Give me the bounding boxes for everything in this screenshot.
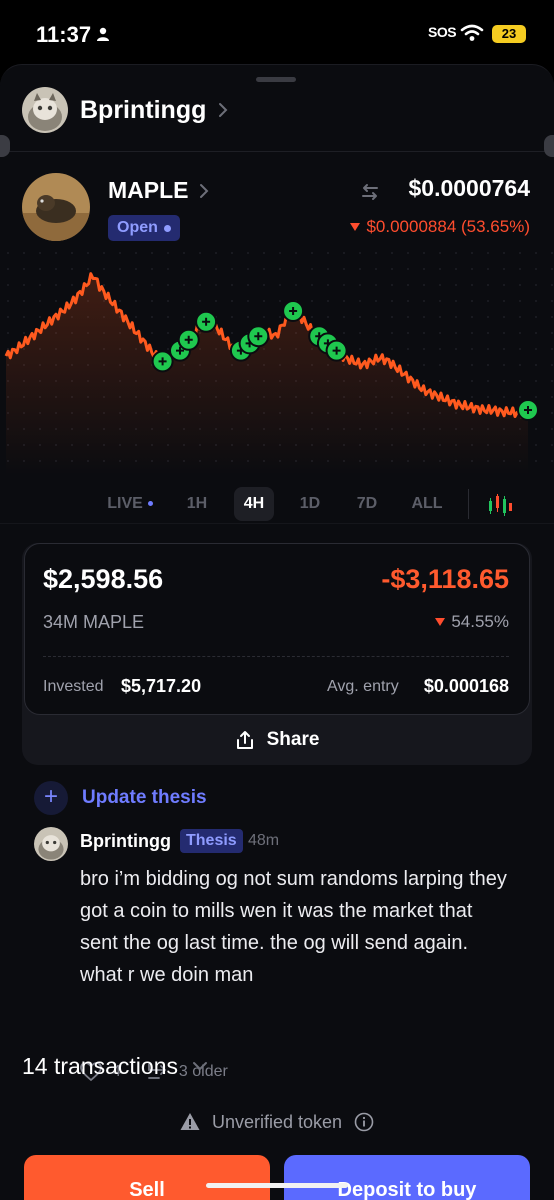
sell-button[interactable]: Sell [24, 1155, 270, 1200]
position-value: $2,598.56 [43, 564, 164, 594]
tf-4h[interactable]: 4H [234, 487, 274, 521]
tf-1h[interactable]: 1H [182, 487, 212, 521]
divider [43, 656, 509, 657]
update-thesis-button[interactable]: + Update thesis [34, 781, 207, 815]
token-sheet: Bprintingg MAPLE Open $0.0000764 $0.0000… [0, 64, 554, 1200]
status-dot-icon [163, 224, 171, 232]
chevron-down-icon [192, 1062, 207, 1071]
background-card-edge [544, 135, 554, 157]
transactions-label: 14 transactions [22, 1052, 178, 1079]
plus-icon: + [34, 781, 68, 815]
divider [0, 523, 554, 524]
status-badge: Open [108, 215, 180, 241]
unverified-token-notice: Unverified token [0, 1109, 554, 1135]
battery-indicator: 23 [492, 25, 526, 43]
price-change-value: $0.0000884 (53.65%) [366, 217, 530, 236]
chevron-right-icon[interactable] [199, 183, 209, 199]
thesis-badge: Thesis [180, 829, 243, 853]
update-thesis-label: Update thesis [82, 787, 207, 808]
sheet-grab-handle[interactable] [256, 77, 296, 82]
position-card: $2,598.56 34M MAPLE -$3,118.65 54.55% In… [22, 543, 532, 765]
comment-avatar[interactable] [34, 827, 68, 861]
live-dot-icon [147, 501, 153, 507]
avg-entry-value: $0.000168 [423, 676, 509, 696]
tf-all[interactable]: ALL [408, 487, 446, 521]
wifi-icon [460, 24, 484, 41]
share-icon [236, 731, 253, 749]
down-triangle-icon [435, 618, 446, 626]
status-time: 11:37 [36, 22, 92, 47]
token-symbol[interactable]: MAPLE [108, 177, 189, 204]
chart-area-fill [6, 273, 528, 475]
warning-icon [180, 1113, 200, 1130]
comment-body: bro i’m bidding og not sum randoms larpi… [80, 868, 507, 986]
person-icon [97, 27, 109, 41]
chevron-right-icon [219, 103, 228, 117]
home-indicator [206, 1183, 348, 1188]
buy-marker[interactable] [517, 399, 539, 421]
pnl-percent-value: 54.55% [451, 612, 509, 631]
tf-7d[interactable]: 7D [352, 487, 382, 521]
buy-marker[interactable] [247, 325, 270, 348]
background-card-edge [0, 135, 10, 157]
buy-marker[interactable] [151, 350, 174, 373]
token-price: $0.0000764 [408, 175, 530, 201]
status-badge-label: Open [117, 219, 158, 236]
invested-value: $5,717.20 [121, 676, 202, 696]
invested-label: Invested [43, 678, 104, 695]
price-change: $0.0000884 (53.65%) [350, 217, 530, 237]
buy-marker[interactable] [325, 339, 348, 362]
timeframe-selector: LIVE 1H 4H 1D 7D ALL [0, 487, 554, 521]
tf-1d[interactable]: 1D [296, 487, 324, 521]
transactions-toggle[interactable]: 14 transactions [22, 1051, 208, 1081]
token-header: MAPLE Open $0.0000764 $0.0000884 (53.65%… [22, 173, 534, 243]
avg-entry-label: Avg. entry [327, 678, 399, 695]
info-icon[interactable] [354, 1112, 374, 1132]
buy-marker[interactable] [177, 328, 200, 351]
status-bar: 11:37 SOS 23 [0, 0, 554, 64]
divider [468, 489, 469, 519]
tf-live[interactable]: LIVE [104, 487, 156, 521]
buy-marker[interactable] [282, 300, 305, 322]
position-pnl-percent: 54.55% [435, 612, 509, 632]
token-avatar [22, 173, 90, 241]
user-avatar [22, 87, 68, 133]
price-chart[interactable] [0, 255, 554, 475]
divider [0, 151, 554, 152]
comment-author[interactable]: Bprintingg [80, 831, 171, 852]
position-pnl: -$3,118.65 [381, 564, 509, 594]
share-label: Share [266, 729, 320, 750]
position-summary: $2,598.56 34M MAPLE -$3,118.65 54.55% In… [24, 543, 530, 715]
user-profile-link[interactable]: Bprintingg [22, 85, 228, 135]
position-holding: 34M MAPLE [43, 612, 145, 632]
username: Bprintingg [80, 95, 207, 124]
share-button[interactable]: Share [22, 715, 532, 765]
deposit-to-buy-button[interactable]: Deposit to buy [284, 1155, 530, 1200]
swap-arrows-icon[interactable] [360, 183, 380, 201]
buy-marker[interactable] [195, 310, 218, 333]
unverified-label: Unverified token [211, 1111, 343, 1132]
candlestick-chart-icon[interactable] [486, 493, 514, 517]
down-triangle-icon [350, 223, 361, 231]
carrier-label: SOS [428, 24, 457, 40]
comment-time: 48m [248, 832, 280, 849]
